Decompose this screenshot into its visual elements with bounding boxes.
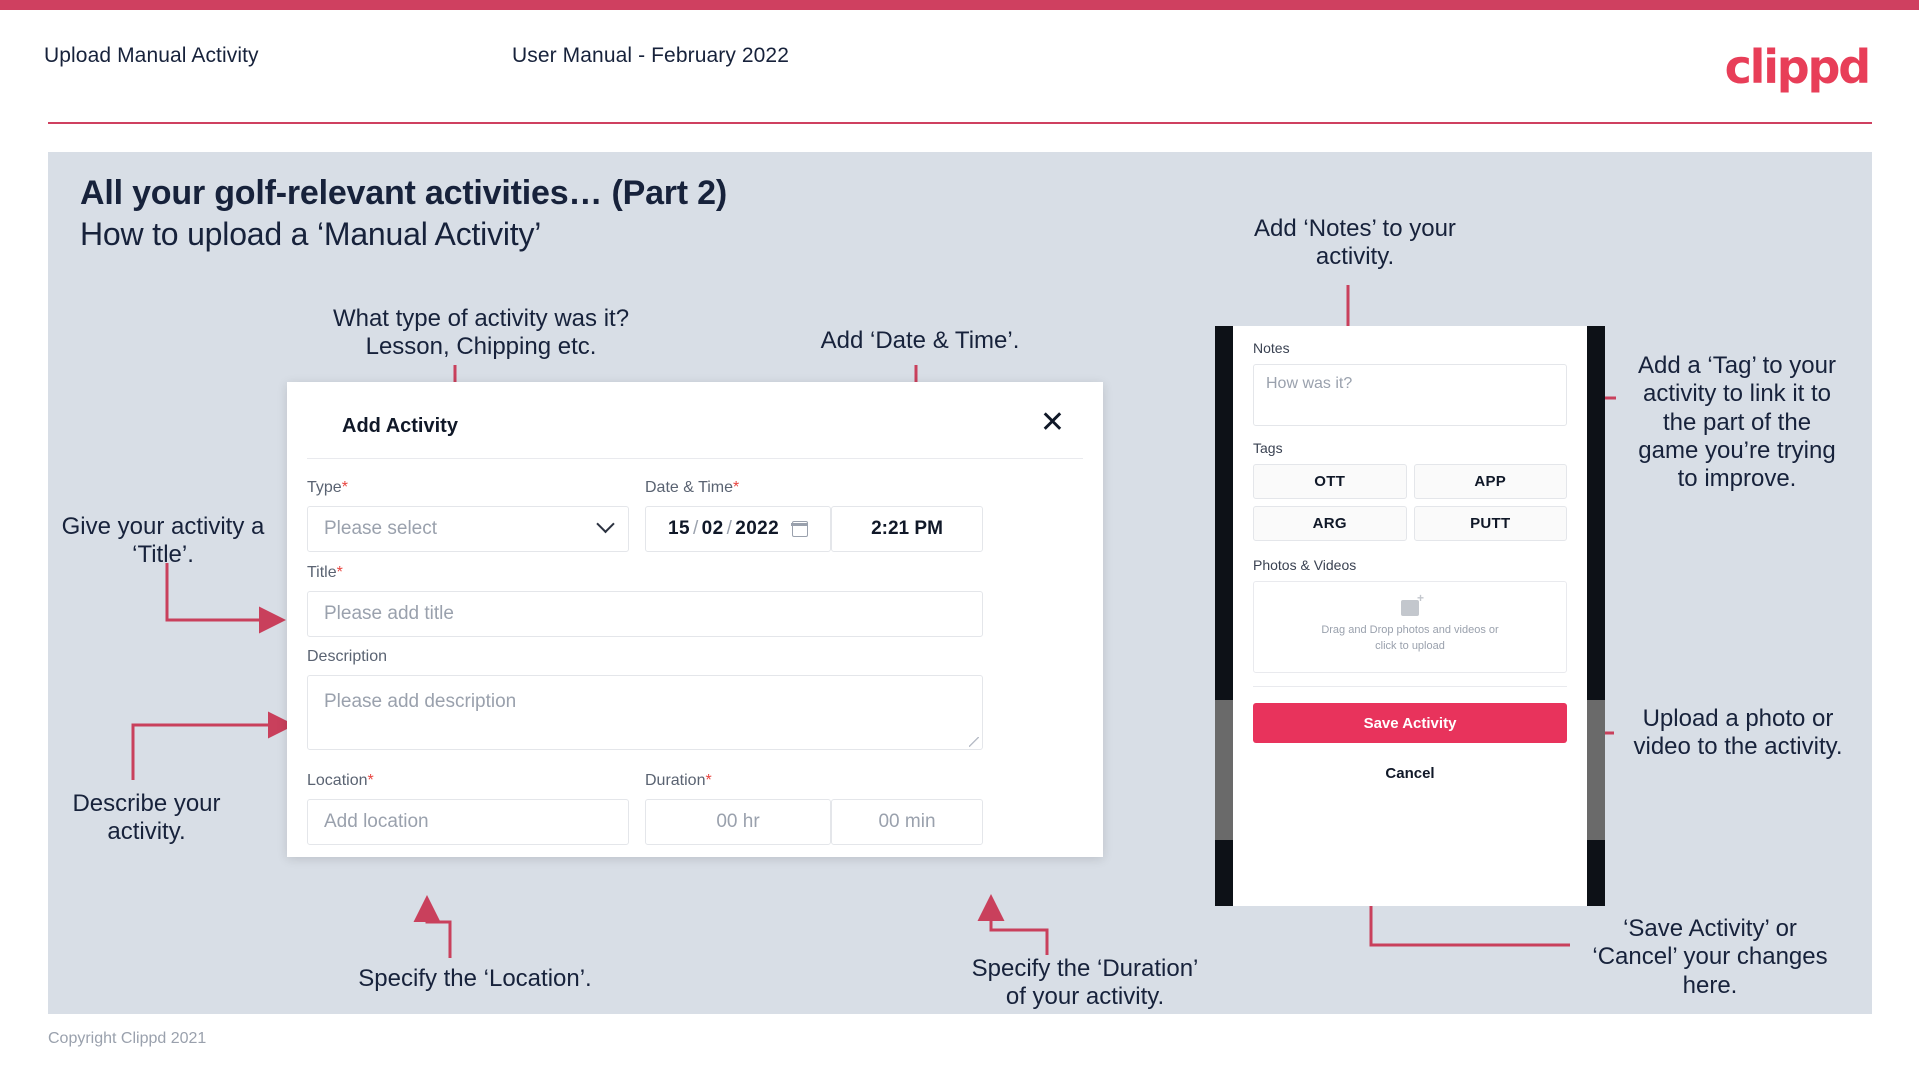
close-icon[interactable]: ✕: [1040, 408, 1065, 438]
date-input[interactable]: 15/02/2022: [645, 506, 831, 552]
location-placeholder: Add location: [324, 811, 429, 832]
description-label: Description: [307, 648, 388, 665]
required-marker: *: [705, 772, 712, 789]
annotation-notes: Add ‘Notes’ to your activity.: [1254, 215, 1456, 271]
title-label: Title*: [307, 564, 343, 581]
duration-label: Duration*: [645, 772, 712, 789]
tag-arg[interactable]: ARG: [1253, 506, 1407, 541]
annotation-type: What type of activity was it? Lesson, Chi…: [332, 305, 630, 361]
dialog-title: Add Activity: [342, 415, 458, 437]
header-divider: [48, 122, 1872, 124]
tag-ott[interactable]: OTT: [1253, 464, 1407, 499]
duration-minutes-input[interactable]: 00 min: [831, 799, 983, 845]
slide-subheading: How to upload a ‘Manual Activity’: [80, 216, 542, 252]
phone-screen: Notes How was it? Tags OTT APP ARG PUTT …: [1233, 326, 1587, 906]
title-placeholder: Please add title: [324, 603, 454, 624]
phone-bezel-right: [1587, 326, 1605, 906]
save-activity-button[interactable]: Save Activity: [1253, 703, 1567, 743]
required-marker: *: [367, 772, 374, 789]
phone-mockup: Notes How was it? Tags OTT APP ARG PUTT …: [1215, 326, 1605, 906]
annotation-datetime: Add ‘Date & Time’.: [820, 327, 1020, 354]
annotation-tags: Add a ‘Tag’ to your activity to link it t…: [1638, 352, 1836, 493]
notes-label: Notes: [1253, 340, 1290, 356]
duration-minutes-placeholder: 00 min: [878, 811, 936, 832]
tags-label: Tags: [1253, 440, 1283, 456]
time-value: 2:21 PM: [871, 518, 943, 539]
tag-putt[interactable]: PUTT: [1413, 506, 1567, 541]
phone-bezel-left-accent: [1215, 700, 1233, 840]
datetime-label: Date & Time*: [645, 479, 740, 496]
header-subtitle: User Manual - February 2022: [512, 44, 789, 67]
photo-dropzone[interactable]: Drag and Drop photos and videos or click…: [1253, 581, 1567, 673]
tag-app[interactable]: APP: [1413, 464, 1567, 499]
image-add-icon: [1401, 592, 1424, 616]
date-value: 15/02/2022: [668, 518, 780, 539]
location-input[interactable]: Add location: [307, 799, 629, 845]
type-select[interactable]: Please select: [307, 506, 629, 552]
chevron-down-icon: [596, 514, 615, 534]
dropzone-text-line1: Drag and Drop photos and videos or: [1321, 623, 1499, 636]
description-placeholder: Please add description: [324, 691, 517, 712]
annotation-photos: Upload a photo or video to the activity.: [1633, 705, 1843, 761]
phone-bezel-left: [1215, 326, 1233, 906]
slide-heading: All your golf-relevant activities… (Part…: [80, 174, 728, 212]
dialog-divider: [307, 458, 1083, 459]
duration-hours-input[interactable]: 00 hr: [645, 799, 831, 845]
photos-label: Photos & Videos: [1253, 557, 1357, 573]
title-input[interactable]: Please add title: [307, 591, 983, 637]
required-marker: *: [336, 564, 343, 581]
cancel-button[interactable]: Cancel: [1253, 765, 1567, 782]
notes-placeholder: How was it?: [1266, 375, 1353, 392]
dropzone-text-line2: click to upload: [1375, 639, 1445, 652]
annotation-description: Describe your activity.: [72, 790, 221, 846]
duration-hours-placeholder: 00 hr: [716, 811, 760, 832]
calendar-icon[interactable]: [791, 521, 808, 537]
clippd-logo: clippd: [1724, 40, 1872, 94]
resize-grip-icon[interactable]: [969, 737, 979, 747]
annotation-location: Specify the ‘Location’.: [358, 965, 592, 992]
annotation-save-cancel: ‘Save Activity’ or ‘Cancel’ your changes h…: [1592, 915, 1828, 999]
header-title: Upload Manual Activity: [44, 44, 259, 67]
notes-input[interactable]: How was it?: [1253, 364, 1567, 426]
required-marker: *: [733, 479, 740, 496]
location-label: Location*: [307, 772, 374, 789]
tags-group: OTT APP ARG PUTT: [1253, 464, 1567, 541]
type-label: Type*: [307, 479, 348, 496]
phone-divider: [1253, 686, 1567, 687]
annotation-duration: Specify the ‘Duration’ of your activity.: [971, 955, 1199, 1011]
annotation-title: Give your activity a ‘Title’.: [61, 513, 265, 569]
required-marker: *: [341, 479, 348, 496]
description-textarea[interactable]: Please add description: [307, 675, 983, 750]
add-activity-dialog: Add Activity ✕ Type* Please select Date …: [287, 382, 1103, 857]
time-input[interactable]: 2:21 PM: [831, 506, 983, 552]
footer-copyright: Copyright Clippd 2021: [48, 1030, 207, 1047]
type-placeholder: Please select: [324, 518, 438, 539]
top-accent-stripe: [0, 0, 1919, 10]
slide-page: Upload Manual Activity User Manual - Feb…: [0, 0, 1919, 1079]
phone-bezel-right-accent: [1587, 700, 1605, 840]
